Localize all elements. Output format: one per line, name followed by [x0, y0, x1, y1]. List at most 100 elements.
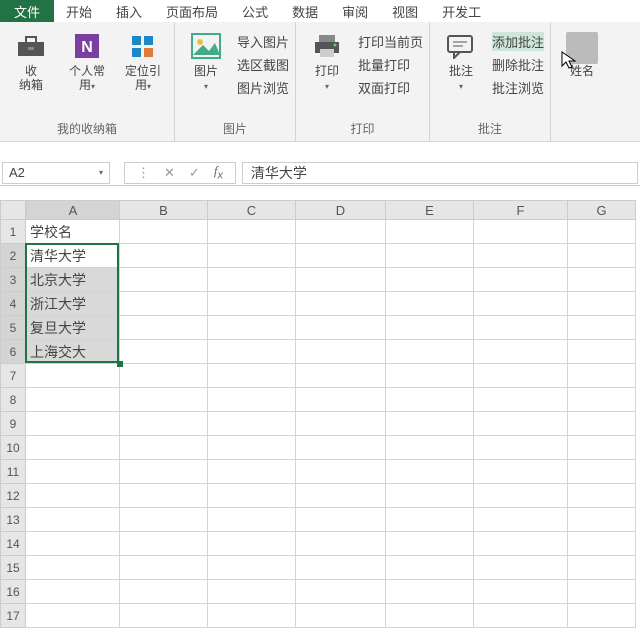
- row-header-7[interactable]: 7: [0, 364, 26, 388]
- cell-G15[interactable]: [568, 556, 636, 580]
- cell-C1[interactable]: [208, 220, 296, 244]
- cell-C8[interactable]: [208, 388, 296, 412]
- cell-D6[interactable]: [296, 340, 386, 364]
- name-button[interactable]: 姓名: [557, 26, 607, 78]
- row-header-15[interactable]: 15: [0, 556, 26, 580]
- cell-A12[interactable]: [26, 484, 120, 508]
- fill-handle[interactable]: [117, 361, 123, 367]
- tab-公式[interactable]: 公式: [230, 0, 280, 22]
- cell-F12[interactable]: [474, 484, 568, 508]
- cell-A17[interactable]: [26, 604, 120, 628]
- cell-E3[interactable]: [386, 268, 474, 292]
- cell-G2[interactable]: [568, 244, 636, 268]
- cell-G12[interactable]: [568, 484, 636, 508]
- cell-B12[interactable]: [120, 484, 208, 508]
- inbox-button[interactable]: 收纳箱: [6, 26, 56, 92]
- row-header-11[interactable]: 11: [0, 460, 26, 484]
- cell-F7[interactable]: [474, 364, 568, 388]
- cell-D14[interactable]: [296, 532, 386, 556]
- cell-G5[interactable]: [568, 316, 636, 340]
- row-header-8[interactable]: 8: [0, 388, 26, 412]
- cell-B7[interactable]: [120, 364, 208, 388]
- col-header-E[interactable]: E: [386, 200, 474, 220]
- tab-数据[interactable]: 数据: [280, 0, 330, 22]
- cell-F15[interactable]: [474, 556, 568, 580]
- duplex-print[interactable]: 双面打印: [358, 78, 423, 97]
- row-header-12[interactable]: 12: [0, 484, 26, 508]
- print-button[interactable]: 打印▾: [302, 26, 352, 94]
- cell-G13[interactable]: [568, 508, 636, 532]
- cell-B14[interactable]: [120, 532, 208, 556]
- row-header-2[interactable]: 2: [0, 244, 26, 268]
- cell-F10[interactable]: [474, 436, 568, 460]
- cell-E15[interactable]: [386, 556, 474, 580]
- cell-G3[interactable]: [568, 268, 636, 292]
- cells-area[interactable]: 学校名清华大学北京大学浙江大学复旦大学上海交大: [26, 220, 640, 628]
- cell-A15[interactable]: [26, 556, 120, 580]
- cell-A6[interactable]: 上海交大: [26, 340, 120, 364]
- cell-F5[interactable]: [474, 316, 568, 340]
- tab-开始[interactable]: 开始: [54, 0, 104, 22]
- cell-E10[interactable]: [386, 436, 474, 460]
- cell-F16[interactable]: [474, 580, 568, 604]
- enter-icon[interactable]: ✓: [189, 165, 200, 181]
- cell-D3[interactable]: [296, 268, 386, 292]
- cell-C4[interactable]: [208, 292, 296, 316]
- cell-E9[interactable]: [386, 412, 474, 436]
- cell-D9[interactable]: [296, 412, 386, 436]
- cell-G1[interactable]: [568, 220, 636, 244]
- cell-E6[interactable]: [386, 340, 474, 364]
- cell-D8[interactable]: [296, 388, 386, 412]
- cell-A1[interactable]: 学校名: [26, 220, 120, 244]
- cell-B2[interactable]: [120, 244, 208, 268]
- row-header-9[interactable]: 9: [0, 412, 26, 436]
- cell-A4[interactable]: 浙江大学: [26, 292, 120, 316]
- cell-C15[interactable]: [208, 556, 296, 580]
- cell-E1[interactable]: [386, 220, 474, 244]
- cell-B10[interactable]: [120, 436, 208, 460]
- cell-A11[interactable]: [26, 460, 120, 484]
- screenshot[interactable]: 选区截图: [237, 55, 289, 74]
- cell-E13[interactable]: [386, 508, 474, 532]
- tab-页面布局[interactable]: 页面布局: [154, 0, 230, 22]
- import-image[interactable]: 导入图片: [237, 32, 289, 51]
- cell-A3[interactable]: 北京大学: [26, 268, 120, 292]
- cell-D1[interactable]: [296, 220, 386, 244]
- cell-G16[interactable]: [568, 580, 636, 604]
- cell-E4[interactable]: [386, 292, 474, 316]
- cell-A8[interactable]: [26, 388, 120, 412]
- row-header-14[interactable]: 14: [0, 532, 26, 556]
- cell-G7[interactable]: [568, 364, 636, 388]
- cell-B16[interactable]: [120, 580, 208, 604]
- cell-A7[interactable]: [26, 364, 120, 388]
- tab-审阅[interactable]: 审阅: [330, 0, 380, 22]
- cell-G4[interactable]: [568, 292, 636, 316]
- tab-视图[interactable]: 视图: [380, 0, 430, 22]
- cell-B4[interactable]: [120, 292, 208, 316]
- cell-A13[interactable]: [26, 508, 120, 532]
- col-header-A[interactable]: A: [26, 200, 120, 220]
- cell-B5[interactable]: [120, 316, 208, 340]
- cell-B13[interactable]: [120, 508, 208, 532]
- cell-B3[interactable]: [120, 268, 208, 292]
- row-header-6[interactable]: 6: [0, 340, 26, 364]
- select-all-corner[interactable]: [0, 200, 26, 220]
- col-header-C[interactable]: C: [208, 200, 296, 220]
- locate-button[interactable]: 定位引用▾: [118, 26, 168, 94]
- cell-G17[interactable]: [568, 604, 636, 628]
- cell-C17[interactable]: [208, 604, 296, 628]
- cell-C12[interactable]: [208, 484, 296, 508]
- row-header-16[interactable]: 16: [0, 580, 26, 604]
- cell-C11[interactable]: [208, 460, 296, 484]
- spreadsheet-grid[interactable]: 1234567891011121314151617 ABCDEFG 学校名清华大…: [0, 200, 640, 628]
- row-header-4[interactable]: 4: [0, 292, 26, 316]
- cell-A2[interactable]: 清华大学: [26, 244, 120, 268]
- cell-B6[interactable]: [120, 340, 208, 364]
- cell-G8[interactable]: [568, 388, 636, 412]
- cell-E2[interactable]: [386, 244, 474, 268]
- cell-D10[interactable]: [296, 436, 386, 460]
- cancel-icon[interactable]: ✕: [164, 165, 175, 181]
- cell-C7[interactable]: [208, 364, 296, 388]
- cell-A9[interactable]: [26, 412, 120, 436]
- cell-G10[interactable]: [568, 436, 636, 460]
